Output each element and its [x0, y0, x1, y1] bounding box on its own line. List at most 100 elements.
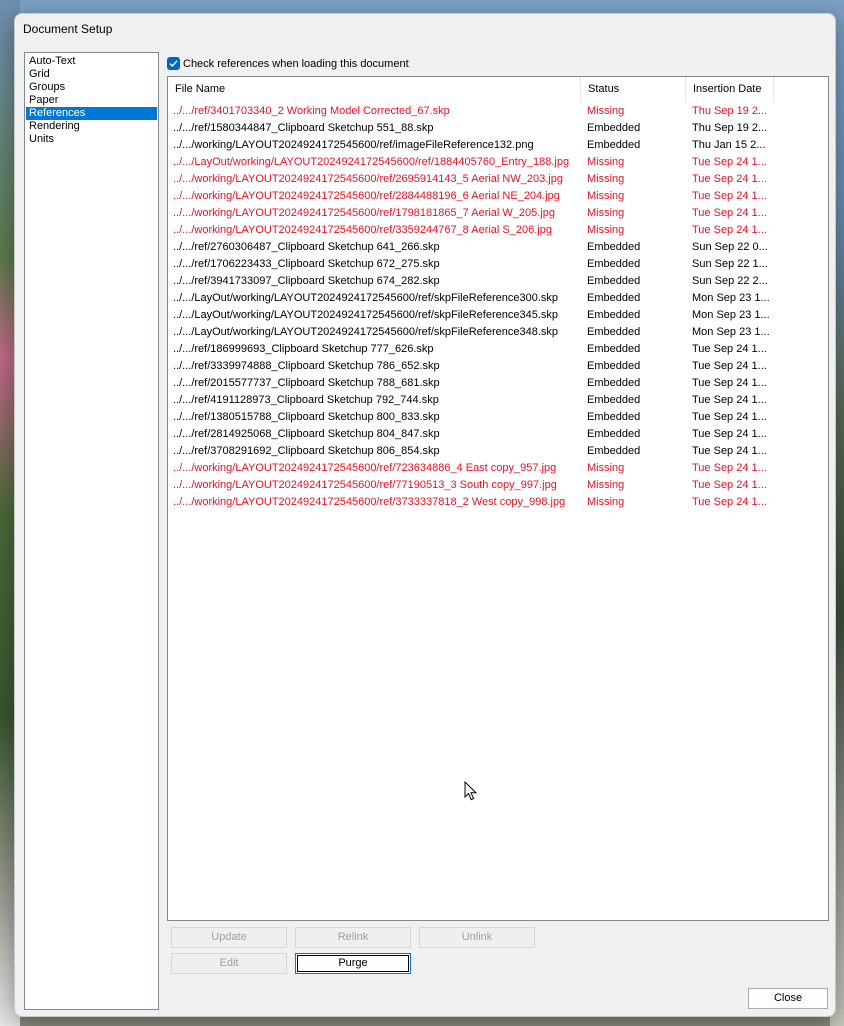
- status-cell: Missing: [587, 190, 625, 202]
- status-cell: Missing: [587, 173, 625, 185]
- check-references-checkbox[interactable]: [167, 57, 180, 70]
- insertion-date-cell: Tue Sep 24 1...: [692, 411, 767, 423]
- status-cell: Missing: [587, 479, 625, 491]
- insertion-date-cell: Sun Sep 22 0...: [692, 241, 768, 253]
- table-row[interactable]: ../.../working/LAYOUT2024924172545600/re…: [168, 205, 828, 222]
- table-row[interactable]: ../.../ref/2015577737_Clipboard Sketchup…: [168, 375, 828, 392]
- table-row[interactable]: ../.../working/LAYOUT2024924172545600/re…: [168, 171, 828, 188]
- mouse-pointer-icon: [464, 781, 478, 801]
- document-setup-dialog: Document Setup Auto-Text Grid Groups Paper R…: [14, 13, 836, 1017]
- table-row[interactable]: ../.../ref/3339974888_Clipboard Sketchup…: [168, 358, 828, 375]
- insertion-date-cell: Thu Jan 15 2...: [692, 139, 766, 151]
- file-name-cell: ../.../working/LAYOUT2024924172545600/re…: [173, 479, 557, 491]
- file-name-cell: ../.../ref/1706223433_Clipboard Sketchup…: [173, 258, 440, 270]
- sidebar-item-groups[interactable]: Groups: [26, 81, 157, 94]
- sidebar-item-auto-text[interactable]: Auto-Text: [26, 55, 157, 68]
- status-cell: Embedded: [587, 309, 641, 321]
- file-name-cell: ../.../LayOut/working/LAYOUT202492417254…: [173, 292, 559, 304]
- status-cell: Embedded: [587, 377, 641, 389]
- insertion-date-cell: Tue Sep 24 1...: [692, 190, 767, 202]
- table-row[interactable]: ../.../ref/2814925068_Clipboard Sketchup…: [168, 426, 828, 443]
- table-row[interactable]: ../.../working/LAYOUT2024924172545600/re…: [168, 188, 828, 205]
- checkmark-icon: [169, 60, 178, 68]
- table-row[interactable]: ../.../ref/2760306487_Clipboard Sketchup…: [168, 239, 828, 256]
- status-cell: Embedded: [587, 122, 641, 134]
- close-button[interactable]: Close: [748, 988, 828, 1009]
- insertion-date-cell: Sun Sep 22 1...: [692, 258, 768, 270]
- table-row[interactable]: ../.../ref/3708291692_Clipboard Sketchup…: [168, 443, 828, 460]
- file-name-cell: ../.../ref/3339974888_Clipboard Sketchup…: [173, 360, 440, 372]
- insertion-date-cell: Thu Sep 19 2...: [692, 105, 768, 117]
- status-cell: Embedded: [587, 445, 641, 457]
- sidebar-item-paper[interactable]: Paper: [26, 94, 157, 107]
- status-cell: Missing: [587, 462, 625, 474]
- insertion-date-cell: Tue Sep 24 1...: [692, 224, 767, 236]
- insertion-date-cell: Tue Sep 24 1...: [692, 394, 767, 406]
- purge-button[interactable]: Purge: [295, 953, 411, 974]
- unlink-button[interactable]: Unlink: [419, 927, 535, 948]
- status-cell: Embedded: [587, 275, 641, 287]
- file-name-cell: ../.../working/LAYOUT2024924172545600/re…: [173, 139, 534, 151]
- file-name-cell: ../.../working/LAYOUT2024924172545600/re…: [173, 207, 556, 219]
- insertion-date-cell: Mon Sep 23 1...: [692, 309, 770, 321]
- table-row[interactable]: ../.../working/LAYOUT2024924172545600/re…: [168, 494, 828, 511]
- insertion-date-cell: Tue Sep 24 1...: [692, 173, 767, 185]
- table-row[interactable]: ../.../ref/1580344847_Clipboard Sketchup…: [168, 120, 828, 137]
- column-header-insertion-date[interactable]: Insertion Date: [686, 77, 774, 102]
- table-row[interactable]: ../.../working/LAYOUT2024924172545600/re…: [168, 222, 828, 239]
- status-cell: Embedded: [587, 343, 641, 355]
- insertion-date-cell: Tue Sep 24 1...: [692, 496, 767, 508]
- table-row[interactable]: ../.../working/LAYOUT2024924172545600/re…: [168, 460, 828, 477]
- file-name-cell: ../.../ref/3941733097_Clipboard Sketchup…: [173, 275, 440, 287]
- table-row[interactable]: ../.../working/LAYOUT2024924172545600/re…: [168, 477, 828, 494]
- status-cell: Embedded: [587, 258, 641, 270]
- table-row[interactable]: ../.../ref/186999693_Clipboard Sketchup …: [168, 341, 828, 358]
- file-name-cell: ../.../ref/4191128973_Clipboard Sketchup…: [173, 394, 439, 406]
- sidebar-item-units[interactable]: Units: [26, 133, 157, 146]
- file-name-cell: ../.../ref/2814925068_Clipboard Sketchup…: [173, 428, 440, 440]
- dialog-title: Document Setup: [23, 22, 113, 36]
- table-row[interactable]: ../.../LayOut/working/LAYOUT202492417254…: [168, 290, 828, 307]
- insertion-date-cell: Mon Sep 23 1...: [692, 292, 770, 304]
- table-header: File Name Status Insertion Date: [168, 77, 828, 102]
- file-name-cell: ../.../working/LAYOUT2024924172545600/re…: [173, 190, 560, 202]
- status-cell: Embedded: [587, 292, 641, 304]
- file-name-cell: ../.../ref/186999693_Clipboard Sketchup …: [173, 343, 434, 355]
- table-row[interactable]: ../.../LayOut/working/LAYOUT202492417254…: [168, 154, 828, 171]
- sidebar-item-references[interactable]: References: [26, 107, 157, 120]
- file-name-cell: ../.../LayOut/working/LAYOUT202492417254…: [173, 309, 559, 321]
- status-cell: Embedded: [587, 394, 641, 406]
- table-row[interactable]: ../.../ref/3941733097_Clipboard Sketchup…: [168, 273, 828, 290]
- insertion-date-cell: Mon Sep 23 1...: [692, 326, 770, 338]
- table-rows: ../.../ref/3401703340_2 Working Model Co…: [168, 103, 828, 511]
- references-table[interactable]: File Name Status Insertion Date ../.../r…: [167, 76, 829, 921]
- column-header-status[interactable]: Status: [581, 77, 686, 102]
- status-cell: Embedded: [587, 326, 641, 338]
- file-name-cell: ../.../ref/2015577737_Clipboard Sketchup…: [173, 377, 440, 389]
- status-cell: Embedded: [587, 139, 641, 151]
- table-row[interactable]: ../.../ref/1380515788_Clipboard Sketchup…: [168, 409, 828, 426]
- table-row[interactable]: ../.../LayOut/working/LAYOUT202492417254…: [168, 307, 828, 324]
- sidebar-item-rendering[interactable]: Rendering: [26, 120, 157, 133]
- check-references-row[interactable]: Check references when loading this docum…: [167, 56, 409, 71]
- table-row[interactable]: ../.../ref/3401703340_2 Working Model Co…: [168, 103, 828, 120]
- status-cell: Missing: [587, 156, 625, 168]
- file-name-cell: ../.../ref/1380515788_Clipboard Sketchup…: [173, 411, 440, 423]
- relink-button[interactable]: Relink: [295, 927, 411, 948]
- table-row[interactable]: ../.../LayOut/working/LAYOUT202492417254…: [168, 324, 828, 341]
- status-cell: Missing: [587, 207, 625, 219]
- status-cell: Missing: [587, 224, 625, 236]
- table-row[interactable]: ../.../ref/4191128973_Clipboard Sketchup…: [168, 392, 828, 409]
- status-cell: Embedded: [587, 428, 641, 440]
- table-row[interactable]: ../.../ref/1706223433_Clipboard Sketchup…: [168, 256, 828, 273]
- file-name-cell: ../.../ref/3708291692_Clipboard Sketchup…: [173, 445, 440, 457]
- status-cell: Embedded: [587, 360, 641, 372]
- file-name-cell: ../.../ref/1580344847_Clipboard Sketchup…: [173, 122, 434, 134]
- insertion-date-cell: Tue Sep 24 1...: [692, 207, 767, 219]
- update-button[interactable]: Update: [171, 927, 287, 948]
- edit-button[interactable]: Edit: [171, 953, 287, 974]
- column-header-file-name[interactable]: File Name: [168, 77, 581, 102]
- status-cell: Missing: [587, 496, 625, 508]
- table-row[interactable]: ../.../working/LAYOUT2024924172545600/re…: [168, 137, 828, 154]
- sidebar-item-grid[interactable]: Grid: [26, 68, 157, 81]
